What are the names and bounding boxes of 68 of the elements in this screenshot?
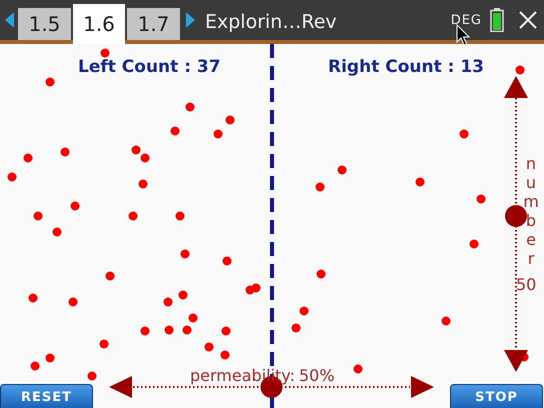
angle-mode-indicator: DEG bbox=[450, 13, 482, 28]
number-slider-label: number bbox=[523, 154, 539, 268]
particle-dot bbox=[28, 294, 38, 302]
up-arrow-icon[interactable] bbox=[504, 76, 528, 98]
particle-dot bbox=[460, 130, 468, 138]
slider-thumb[interactable] bbox=[505, 205, 527, 227]
particle-dot bbox=[46, 354, 54, 362]
particle-dot bbox=[30, 362, 40, 370]
particle-dot bbox=[222, 326, 230, 336]
particle-dot bbox=[140, 154, 150, 162]
number-slider-value: 50 bbox=[516, 275, 536, 294]
permeability-slider-value: 50% bbox=[299, 366, 335, 385]
particle-dot bbox=[176, 212, 184, 220]
page-tab[interactable]: 1.5 bbox=[18, 8, 71, 40]
particle-dot bbox=[170, 126, 180, 136]
particle-dot bbox=[138, 180, 148, 188]
particle-dot bbox=[100, 48, 110, 58]
particle-dot bbox=[354, 364, 362, 374]
particle-dot bbox=[182, 326, 192, 334]
particle-dot bbox=[164, 326, 174, 334]
particle-dot bbox=[188, 314, 198, 322]
particle-dot bbox=[338, 166, 346, 174]
left-count-label: Left Count : 37 bbox=[78, 59, 221, 76]
particle-dot bbox=[88, 372, 96, 380]
particle-dot bbox=[442, 316, 450, 326]
particle-dot bbox=[316, 270, 326, 278]
particle-dot bbox=[132, 146, 140, 154]
right-arrow-icon[interactable] bbox=[411, 376, 434, 398]
particle-dot bbox=[220, 350, 230, 360]
particle-dot bbox=[34, 212, 42, 220]
particle-dot bbox=[186, 102, 194, 112]
particle-dot bbox=[52, 228, 62, 236]
particle-dot bbox=[204, 342, 214, 352]
particle-dot bbox=[100, 340, 108, 348]
particle-dot bbox=[128, 212, 138, 220]
particle-dot bbox=[476, 194, 486, 204]
document-title: Explorin…Rev bbox=[205, 11, 337, 33]
particle-dot bbox=[106, 272, 114, 280]
particle-dot bbox=[316, 182, 324, 192]
particle-dot bbox=[416, 178, 424, 186]
particle-dot bbox=[470, 240, 478, 248]
particle-dot bbox=[516, 66, 524, 74]
right-count-label: Right Count : 13 bbox=[328, 59, 484, 76]
particle-dot bbox=[140, 326, 150, 336]
particle-dot bbox=[180, 250, 190, 258]
down-arrow-icon[interactable] bbox=[504, 350, 528, 372]
particle-dot bbox=[226, 116, 234, 124]
particle-dot bbox=[46, 78, 54, 86]
particle-dot bbox=[252, 284, 260, 292]
page-tab[interactable]: 1.6 bbox=[73, 4, 125, 44]
particle-dot bbox=[222, 256, 232, 266]
left-arrow-icon[interactable] bbox=[109, 376, 132, 398]
stop-button[interactable]: STOP bbox=[450, 384, 543, 408]
particle-dot bbox=[178, 290, 188, 300]
particle-dot bbox=[70, 202, 80, 210]
close-icon[interactable] bbox=[518, 10, 538, 30]
page-tab[interactable]: 1.7 bbox=[127, 8, 180, 40]
next-arrow-icon[interactable] bbox=[186, 12, 195, 28]
particle-dot bbox=[164, 298, 172, 306]
particle-dot bbox=[300, 306, 308, 316]
battery-icon bbox=[490, 8, 504, 32]
particle-dot bbox=[8, 172, 16, 182]
particle-dot bbox=[214, 130, 222, 138]
particle-dot bbox=[24, 154, 32, 162]
particle-dot bbox=[60, 148, 70, 156]
reset-button[interactable]: RESET bbox=[0, 384, 93, 408]
particle-dot bbox=[68, 298, 78, 306]
particle-dot bbox=[292, 324, 300, 332]
